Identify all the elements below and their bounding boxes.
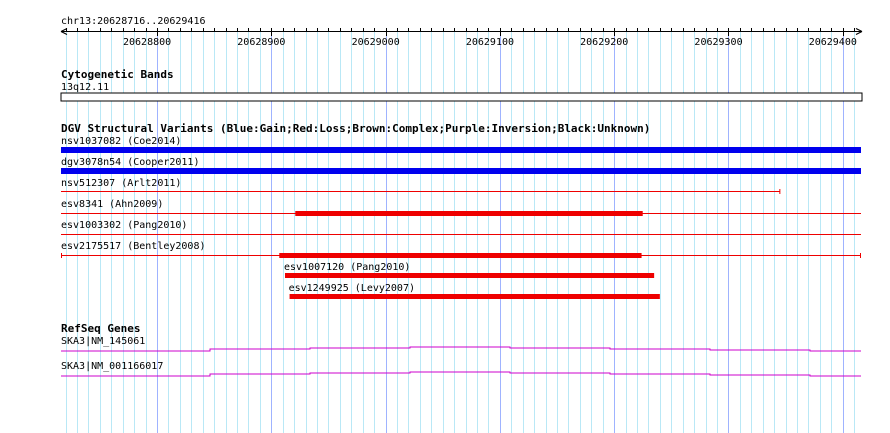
ruler-tick-label: 20629200: [580, 37, 628, 48]
genome-track-panel: chr13:20628716..20629416 20628800 20628900…: [60, 16, 863, 433]
dgv-feature-label: esv1007120 (Pang2010): [284, 262, 410, 273]
ruler-tick-label: 20629300: [694, 37, 742, 48]
dgv-feature-bar: [279, 253, 642, 258]
ruler-tick-label: 20628800: [123, 37, 171, 48]
ruler-tick-label: 20629100: [466, 37, 514, 48]
genome-browser-view: chr13:20628716..20629416 20628800 20628900…: [0, 0, 890, 433]
dgv-feature-label: dgv3078n54 (Cooper2011): [61, 157, 199, 168]
dgv-feature-label: esv8341 (Ahn2009): [61, 199, 163, 210]
dgv-feature-bar: [289, 294, 660, 299]
dgv-feature-label: nsv1037082 (Coe2014): [61, 136, 181, 147]
dgv-feature-bar: [61, 147, 861, 153]
locus-label: chr13:20628716..20629416: [61, 16, 206, 27]
dgv-feature-bar: [295, 211, 643, 216]
gene-label: SKA3|NM_001166017: [61, 361, 163, 372]
ruler-tick-label: 20628900: [237, 37, 285, 48]
dgv-feature-bar: [285, 273, 655, 278]
cytoband-13q12-11: [60, 92, 863, 102]
dgv-feature-bar: [61, 168, 861, 174]
dgv-feature-label: esv1249925 (Levy2007): [289, 283, 415, 294]
ruler-tick-label: 20629000: [352, 37, 400, 48]
track-title-refseq: RefSeq Genes: [61, 322, 140, 335]
gene-label: SKA3|NM_145061: [61, 336, 145, 347]
dgv-feature-label: esv2175517 (Bentley2008): [61, 241, 206, 252]
cytoband-label: 13q12.11: [61, 82, 109, 93]
track-title-cytoband: Cytogenetic Bands: [61, 68, 174, 81]
ruler-tick-label: 20629400: [809, 37, 857, 48]
dgv-feature-label: esv1003302 (Pang2010): [61, 220, 187, 231]
dgv-feature-label: nsv512307 (Arlt2011): [61, 178, 181, 189]
track-title-dgv: DGV Structural Variants (Blue:Gain;Red:L…: [61, 122, 650, 135]
